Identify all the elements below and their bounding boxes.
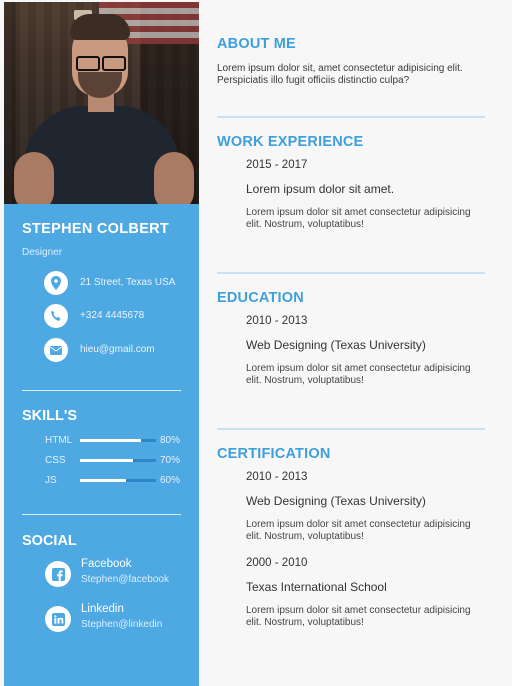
skill-percent: 80% [160,435,181,446]
skill-label: JS [45,475,57,486]
location-pin-icon [44,271,68,295]
about-heading: ABOUT ME [217,36,296,52]
education-date: 2010 - 2013 [246,315,308,327]
social-facebook-title: Facebook [81,558,132,570]
work-date: 2015 - 2017 [246,159,308,171]
contact-phone-text: +324 4445678 [80,310,145,321]
skill-label: CSS [45,455,66,466]
certification-heading: CERTIFICATION [217,446,331,462]
skill-css: CSS 70% [45,455,185,467]
facebook-icon[interactable] [45,561,71,587]
linkedin-icon[interactable] [45,606,71,632]
certification-desc-2: Lorem ipsum dolor sit amet consectetur a… [246,605,471,628]
sidebar-divider [22,514,181,515]
social-linkedin-title: Linkedin [81,603,124,615]
contact-address: 21 Street, Texas USA [44,270,175,296]
profile-photo [4,2,199,204]
section-rule [217,428,485,430]
skill-percent: 70% [160,455,181,466]
contact-address-text: 21 Street, Texas USA [80,277,176,288]
social-heading: SOCIAL [22,533,77,549]
profile-name: STEPHEN COLBERT [22,221,170,237]
sidebar: STEPHEN COLBERT Designer 21 Street, Texa… [4,2,199,686]
certification-desc-1: Lorem ipsum dolor sit amet consectetur a… [246,519,471,542]
social-linkedin-handle: Stephen@linkedin [81,619,163,630]
contact-phone: +324 4445678 [44,303,144,329]
education-title: Web Designing (Texas University) [246,338,426,352]
certification-date-1: 2010 - 2013 [246,471,308,483]
section-rule [217,116,485,118]
skill-bar [80,479,156,482]
contact-email: hieu@gmail.com [44,337,155,363]
resume-page: STEPHEN COLBERT Designer 21 Street, Texa… [0,0,512,686]
skills-heading: SKILL'S [22,408,78,424]
work-desc: Lorem ipsum dolor sit amet consectetur a… [246,207,471,230]
mail-icon [44,338,68,362]
certification-date-2: 2000 - 2010 [246,557,308,569]
skill-label: HTML [45,435,73,446]
skill-js: JS 60% [45,475,185,487]
work-heading: WORK EXPERIENCE [217,134,364,150]
sidebar-divider [22,390,181,391]
profile-role: Designer [22,247,63,258]
work-title: Lorem ipsum dolor sit amet. [246,182,395,196]
skill-html: HTML 80% [45,435,185,447]
skill-bar [80,459,156,462]
contact-email-text[interactable]: hieu@gmail.com [80,344,180,356]
certification-title-2: Texas International School [246,580,387,594]
education-desc: Lorem ipsum dolor sit amet consectetur a… [246,363,471,386]
certification-title-1: Web Designing (Texas University) [246,494,426,508]
about-text: Lorem ipsum dolor sit, amet consectetur … [217,63,463,86]
social-facebook-handle: Stephen@facebook [81,574,169,585]
phone-icon [44,304,68,328]
section-rule [217,272,485,274]
skill-percent: 60% [160,475,181,486]
skill-bar [80,439,156,442]
education-heading: EDUCATION [217,290,304,306]
